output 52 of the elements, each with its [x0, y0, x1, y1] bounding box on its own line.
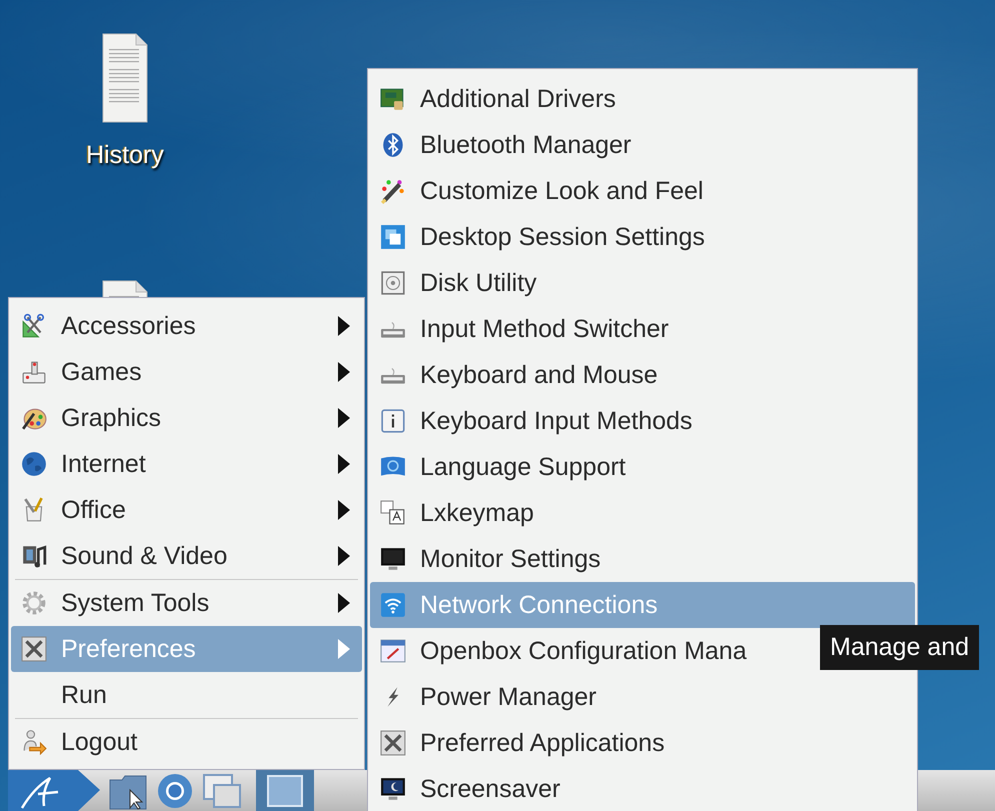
menu-item[interactable]: Games	[11, 349, 362, 395]
joystick-icon	[21, 359, 47, 385]
menu-item[interactable]: Accessories	[11, 303, 362, 349]
menu-item[interactable]: Additional Drivers	[370, 76, 915, 122]
menu-item[interactable]: Logout	[11, 719, 362, 765]
browser-globe-icon[interactable]	[156, 772, 194, 810]
submenu-arrow-icon	[338, 454, 350, 474]
workspace-pager[interactable]	[256, 770, 314, 811]
wifi-icon	[380, 592, 406, 618]
gear-icon	[21, 590, 47, 616]
submenu-arrow-icon	[338, 408, 350, 428]
monitor-moon-icon	[380, 776, 406, 802]
desktop-icon-label[interactable]: History	[86, 141, 164, 170]
menu-item[interactable]: Preferred Applications	[370, 720, 915, 766]
menu-item[interactable]: Graphics	[11, 395, 362, 441]
pencil-icon	[380, 178, 406, 204]
menu-item[interactable]: Language Support	[370, 444, 915, 490]
windows-icon	[380, 224, 406, 250]
globe-icon	[21, 451, 47, 477]
menu-item[interactable]: Bluetooth Manager	[370, 122, 915, 168]
menu-item[interactable]: Sound & Video	[11, 533, 362, 579]
document-icon[interactable]	[102, 33, 148, 123]
menu-item[interactable]: Screensaver	[370, 766, 915, 811]
menu-item[interactable]: Lxkeymap	[370, 490, 915, 536]
menu-item[interactable]: Monitor Settings	[370, 536, 915, 582]
person-arrow-icon	[21, 729, 47, 755]
menu-item[interactable]: Desktop Session Settings	[370, 214, 915, 260]
start-menu-button[interactable]	[8, 770, 100, 811]
menu-item[interactable]: System Tools	[11, 580, 362, 626]
submenu-arrow-icon	[338, 316, 350, 336]
submenu-arrow-icon	[338, 362, 350, 382]
card-icon	[380, 86, 406, 112]
ruler-scissors-icon	[21, 313, 47, 339]
submenu-arrow-icon	[338, 639, 350, 659]
keys-icon	[380, 500, 406, 526]
menu-item[interactable]: Customize Look and Feel	[370, 168, 915, 214]
menu-item[interactable]: Internet	[11, 441, 362, 487]
submenu-arrow-icon	[338, 593, 350, 613]
tooltip: Manage and	[820, 625, 980, 670]
submenu-arrow-icon	[338, 546, 350, 566]
film-note-icon	[21, 543, 47, 569]
submenu-arrow-icon	[338, 500, 350, 520]
menu-item[interactable]: Keyboard and Mouse	[370, 352, 915, 398]
menu-item[interactable]: Run	[11, 672, 362, 718]
info-icon	[380, 408, 406, 434]
menu-item[interactable]: Disk Utility	[370, 260, 915, 306]
menu-item[interactable]: Office	[11, 487, 362, 533]
menu-item[interactable]: Keyboard Input Methods	[370, 398, 915, 444]
monitor-icon	[380, 546, 406, 572]
window-icon	[380, 638, 406, 664]
menu-item[interactable]: Input Method Switcher	[370, 306, 915, 352]
menu-item[interactable]: Power Manager	[370, 674, 915, 720]
